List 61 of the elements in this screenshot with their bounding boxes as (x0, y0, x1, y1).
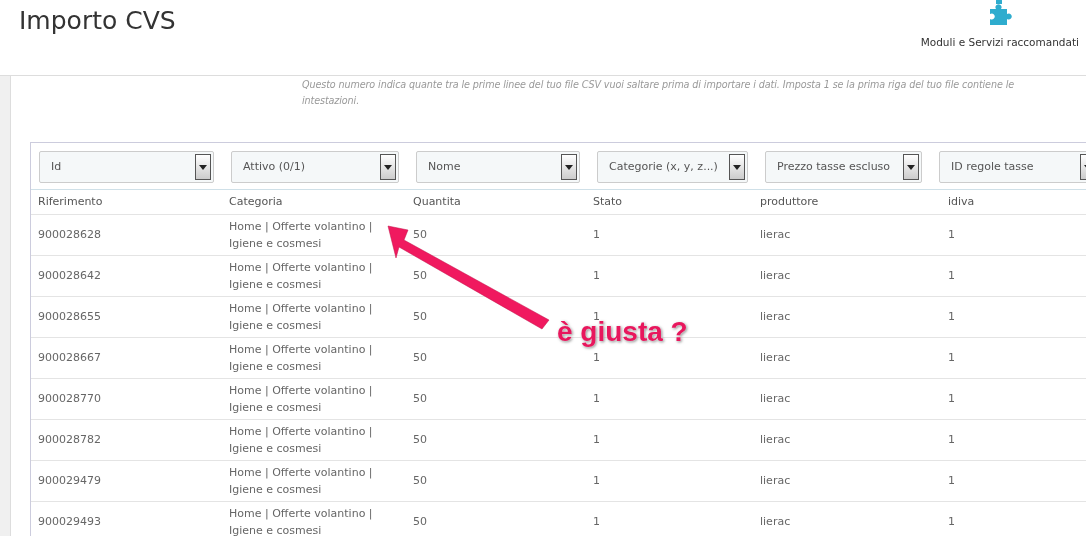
table-cell: 1 (941, 296, 1086, 337)
table-cell: 900028782 (31, 419, 222, 460)
table-cell: lierac (753, 501, 941, 536)
table-cell: 900028628 (31, 214, 222, 255)
table-cell: 1 (941, 378, 1086, 419)
column-select[interactable]: Nome (416, 151, 580, 183)
recommended-modules-button[interactable]: Moduli e Servizi raccomandati (920, 0, 1079, 75)
table-cell: 1 (941, 337, 1086, 378)
table-cell: lierac (753, 296, 941, 337)
column-header: produttore (753, 190, 941, 214)
column-select[interactable]: Attivo (0/1) (231, 151, 399, 183)
caret-icon (561, 154, 577, 180)
table-cell: Home | Offerte volantino | Igiene e cosmesi (222, 419, 406, 460)
column-select[interactable]: Id (39, 151, 214, 183)
table-cell: 900029479 (31, 460, 222, 501)
table-cell: 1 (941, 255, 1086, 296)
caret-icon (380, 154, 396, 180)
table-cell: lierac (753, 255, 941, 296)
table-cell: lierac (753, 378, 941, 419)
table-cell: 1 (586, 501, 753, 536)
table-cell: Home | Offerte volantino | Igiene e cosmesi (222, 501, 406, 536)
table-cell: lierac (753, 419, 941, 460)
caret-icon (903, 154, 919, 180)
table-cell: Home | Offerte volantino | Igiene e cosmesi (222, 296, 406, 337)
table-cell: 1 (586, 419, 753, 460)
column-header: idiva (941, 190, 1086, 214)
table-cell: 1 (586, 255, 753, 296)
table-cell: Home | Offerte volantino | Igiene e cosmesi (222, 255, 406, 296)
table-cell: Home | Offerte volantino | Igiene e cosmesi (222, 460, 406, 501)
caret-icon (729, 154, 745, 180)
table-cell: 1 (586, 378, 753, 419)
table-cell: lierac (753, 460, 941, 501)
table-cell: lierac (753, 214, 941, 255)
table-cell: 900028770 (31, 378, 222, 419)
column-header: Quantita (406, 190, 586, 214)
table-cell: 1 (941, 501, 1086, 536)
column-header: Riferimento (31, 190, 222, 214)
table-cell: lierac (753, 337, 941, 378)
table-cell: 50 (406, 378, 586, 419)
column-select[interactable]: Categorie (x, y, z...) (597, 151, 748, 183)
table-cell: 50 (406, 419, 586, 460)
table-cell: 50 (406, 501, 586, 536)
column-header: Categoria (222, 190, 406, 214)
table-cell: 900029493 (31, 501, 222, 536)
table-cell: 1 (586, 214, 753, 255)
table-cell: 1 (941, 419, 1086, 460)
table-cell: 50 (406, 460, 586, 501)
table-cell: 900028667 (31, 337, 222, 378)
table-cell: 1 (586, 460, 753, 501)
help-text: Questo numero indica quante tra le prime linee del tuo file CSV vuoi saltare prima di importare i dati. Imposta 1 se la prima riga del tuo file contiene le intestazioni. (302, 78, 1016, 108)
table-cell: Home | Offerte volantino | Igiene e cosmesi (222, 378, 406, 419)
column-select[interactable]: Prezzo tasse escluso (765, 151, 922, 183)
table-cell: 900028655 (31, 296, 222, 337)
table-cell: 1 (941, 214, 1086, 255)
column-select[interactable]: ID regole tasse (939, 151, 1086, 183)
column-header: Stato (586, 190, 753, 214)
table-cell: 900028642 (31, 255, 222, 296)
table-cell: 1 (941, 460, 1086, 501)
caret-icon (195, 154, 211, 180)
table-cell: Home | Offerte volantino | Igiene e cosmesi (222, 337, 406, 378)
page-title: Importo CVS (19, 6, 176, 37)
